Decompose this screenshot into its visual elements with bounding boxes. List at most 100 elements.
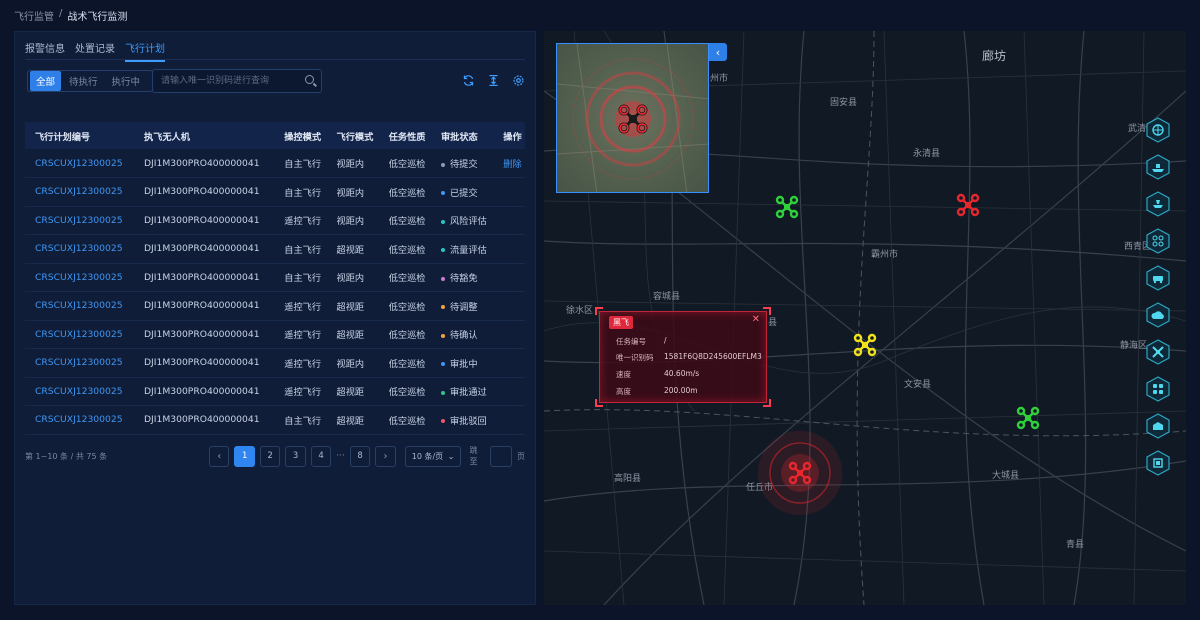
drone-yellow-icon[interactable]	[853, 333, 877, 357]
propeller-icon	[1146, 339, 1170, 365]
page-button[interactable]: 1	[234, 445, 255, 467]
plan-code-link[interactable]: CRSCUXJ12300025	[25, 149, 134, 178]
vehicle-tool-button[interactable]	[1144, 264, 1172, 292]
table-row[interactable]: CRSCUXJ12300025 DJI1M300PRO400000041 自主飞行 超…	[25, 406, 525, 435]
flight-mode-cell: 视距内	[336, 358, 365, 370]
chevron-down-icon: ⌄	[447, 451, 455, 461]
plan-code-link[interactable]: CRSCUXJ12300025	[25, 178, 134, 207]
grid-tool-button[interactable]	[1144, 375, 1172, 403]
map-place-label: 固安县	[830, 98, 858, 108]
map-place-label: 文安县	[904, 380, 932, 390]
delete-button[interactable]	[493, 349, 525, 378]
approval-status-cell: 风险评估	[431, 206, 493, 235]
task-nature-cell: 低空巡检	[388, 216, 426, 228]
drone-red-icon[interactable]	[956, 193, 980, 217]
collapse-inset-button[interactable]: ‹	[709, 43, 727, 61]
drone-alert-tool-button[interactable]	[1144, 227, 1172, 255]
plan-code-link[interactable]: CRSCUXJ12300025	[25, 406, 134, 435]
flight-mode-cell: 视距内	[336, 159, 365, 170]
map-place-label: 霸州市	[871, 250, 899, 260]
info-row-altitude: 高度 200.00m	[616, 386, 698, 397]
map-view[interactable]: 州市 廊坊 固安县 永清县 武清 西青区 霸州市 容城县 徐水区 县 静海区 文…	[544, 31, 1186, 605]
table-row[interactable]: CRSCUXJ12300025 DJI1M300PRO400000041 自主飞行 视…	[25, 149, 525, 178]
globe-tool-button[interactable]	[1144, 116, 1172, 144]
task-nature-cell: 低空巡检	[388, 273, 426, 285]
control-mode-cell: 遥控飞行	[284, 301, 322, 313]
delete-button[interactable]	[493, 263, 525, 292]
delete-button[interactable]: 删除	[493, 149, 525, 178]
page-button[interactable]: 2	[259, 445, 281, 467]
satellite-inset-view[interactable]	[556, 43, 709, 193]
plan-code-link[interactable]: CRSCUXJ12300025	[25, 377, 134, 406]
plan-code-link[interactable]: CRSCUXJ12300025	[25, 263, 134, 292]
jump-page-input[interactable]	[490, 445, 513, 467]
flight-tool-button[interactable]	[1144, 190, 1172, 218]
drone-id-cell: DJI1M300PRO400000041	[143, 157, 260, 169]
plan-code-link[interactable]: CRSCUXJ12300025	[25, 320, 134, 349]
card-corner	[763, 399, 771, 407]
table-row[interactable]: CRSCUXJ12300025 DJI1M300PRO400000041 遥控飞行 超…	[25, 292, 525, 321]
page-button[interactable]: 3	[285, 445, 306, 467]
layer-tool-button[interactable]	[1144, 449, 1172, 477]
approval-status-cell: 待确认	[431, 320, 493, 349]
table-row[interactable]: CRSCUXJ12300025 DJI1M300PRO400000041 自主飞行 超…	[25, 235, 525, 264]
page-ellipsis[interactable]: ···	[336, 451, 345, 461]
filter-executing[interactable]: 执行中	[106, 71, 147, 91]
drone-green-icon[interactable]	[775, 195, 799, 219]
breadcrumb-separator: /	[59, 8, 63, 19]
search-icon[interactable]	[305, 75, 314, 84]
delete-button[interactable]	[493, 406, 525, 435]
tab-divider	[25, 59, 525, 60]
drone-selected-icon[interactable]	[617, 103, 649, 135]
delete-button[interactable]	[493, 178, 525, 207]
vehicle-icon	[1146, 265, 1170, 291]
row-height-icon[interactable]	[487, 74, 500, 87]
refresh-icon[interactable]	[462, 74, 475, 87]
layer-icon	[1146, 450, 1170, 476]
close-icon[interactable]: ✕	[752, 314, 760, 325]
drone-alert-ring-icon[interactable]	[756, 429, 844, 517]
table-row[interactable]: CRSCUXJ12300025 DJI1M300PRO400000041 遥控飞行 超…	[25, 320, 525, 349]
drone-green-icon[interactable]	[1016, 406, 1040, 430]
delete-button[interactable]	[493, 320, 525, 349]
propeller-tool-button[interactable]	[1144, 338, 1172, 366]
ship-tool-button[interactable]	[1144, 153, 1172, 181]
page-button[interactable]: 8	[349, 445, 371, 467]
prev-page-button[interactable]: ‹	[209, 445, 230, 467]
building-tool-button[interactable]	[1144, 412, 1172, 440]
table-row[interactable]: CRSCUXJ12300025 DJI1M300PRO400000041 自主飞行 视…	[25, 263, 525, 292]
flight-mode-cell: 视距内	[336, 187, 365, 199]
cloud-tool-button[interactable]	[1144, 301, 1172, 329]
map-place-label: 徐水区	[566, 306, 594, 316]
delete-button[interactable]	[493, 235, 525, 264]
plan-code-link[interactable]: CRSCUXJ12300025	[25, 349, 134, 378]
drone-id-cell: DJI1M300PRO400000041	[143, 243, 260, 255]
plan-code-link[interactable]: CRSCUXJ12300025	[25, 206, 134, 235]
status-dot	[440, 276, 445, 281]
status-dot	[440, 419, 445, 424]
control-mode-cell: 遥控飞行	[284, 358, 322, 370]
breadcrumb-parent[interactable]: 飞行监管	[14, 8, 54, 23]
page-button[interactable]: 4	[310, 445, 332, 467]
flight-mode-cell: 超视距	[336, 330, 365, 342]
filter-pending[interactable]: 待执行	[63, 71, 104, 91]
control-mode-cell: 遥控飞行	[284, 387, 322, 399]
table-row[interactable]: CRSCUXJ12300025 DJI1M300PRO400000041 自主飞行 视…	[25, 178, 525, 207]
table-row[interactable]: CRSCUXJ12300025 DJI1M300PRO400000041 遥控飞行 视…	[25, 206, 525, 235]
task-nature-cell: 低空巡检	[388, 330, 426, 342]
table-row[interactable]: CRSCUXJ12300025 DJI1M300PRO400000041 遥控飞行 视…	[25, 349, 525, 378]
drone-id-cell: DJI1M300PRO400000041	[143, 214, 260, 226]
search-box	[152, 69, 322, 93]
settings-gear-icon[interactable]	[512, 74, 525, 87]
delete-button[interactable]	[493, 377, 525, 406]
page-size-select[interactable]: 10 条/页 ⌄	[404, 445, 462, 467]
table-row[interactable]: CRSCUXJ12300025 DJI1M300PRO400000041 遥控飞行 超…	[25, 377, 525, 406]
search-input[interactable]	[153, 70, 293, 92]
plan-code-link[interactable]: CRSCUXJ12300025	[25, 235, 134, 264]
plan-code-link[interactable]: CRSCUXJ12300025	[25, 292, 134, 321]
filter-all[interactable]: 全部	[30, 71, 62, 91]
cloud-icon	[1146, 302, 1170, 328]
next-page-button[interactable]: ›	[375, 445, 396, 467]
delete-button[interactable]	[493, 292, 525, 321]
delete-button[interactable]	[493, 206, 525, 235]
